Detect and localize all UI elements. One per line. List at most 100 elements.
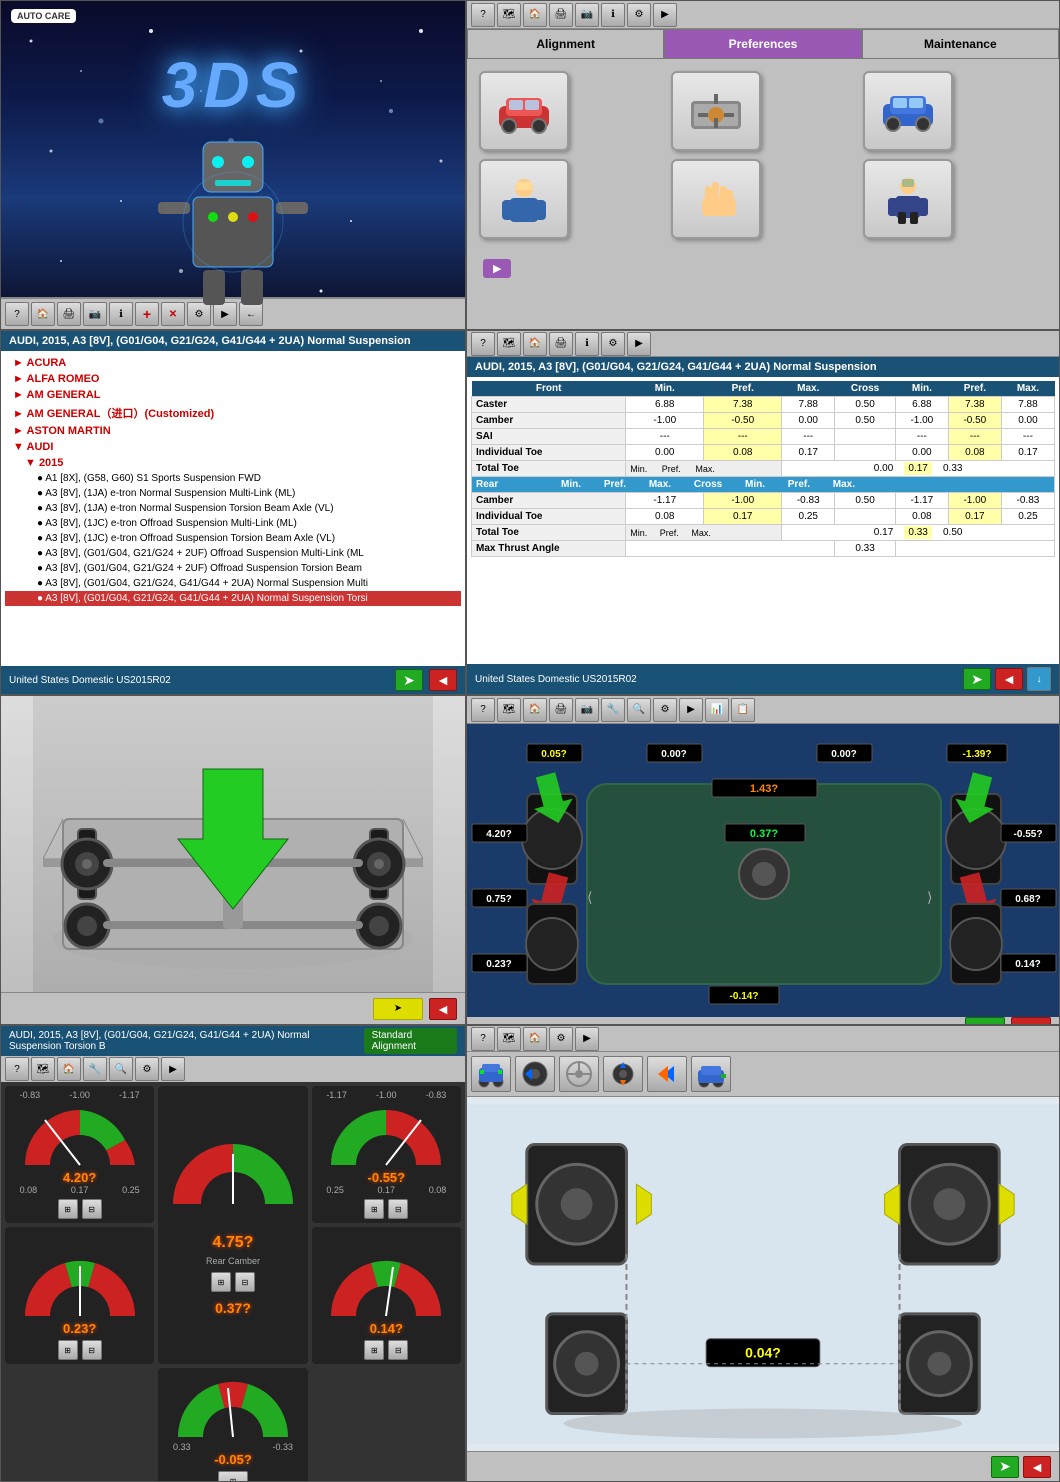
gauge-wrench[interactable]: 🔧 (83, 1057, 107, 1081)
la-extra2[interactable]: 📋 (731, 698, 755, 722)
a3-1jc-vl-item[interactable]: ● A3 [8V], (1JC) e-tron Offroad Suspensi… (5, 531, 461, 546)
gauge-map[interactable]: 🗺 (31, 1057, 55, 1081)
camera-button[interactable]: 📷 (83, 302, 107, 326)
la-back-button[interactable]: ◄ (1011, 1017, 1051, 1025)
help-button[interactable]: ? (5, 302, 29, 326)
am-general-import-item[interactable]: ► AM GENERAL（进口）(Customized) (5, 403, 461, 423)
la-print[interactable]: 🖨 (549, 698, 573, 722)
la-help[interactable]: ? (471, 698, 495, 722)
a1-item[interactable]: ● A1 [8X], (G58, G60) S1 Sports Suspensi… (5, 471, 461, 486)
am-general-item[interactable]: ► AM GENERAL (5, 387, 461, 403)
gauge-gear[interactable]: ⚙ (135, 1057, 159, 1081)
gauge-c-icon1[interactable]: ⊞ (211, 1272, 231, 1292)
gauge-fl-icon1[interactable]: ⊞ (58, 1199, 78, 1219)
gauge-fr-icon2[interactable]: ⊟ (388, 1199, 408, 1219)
la-next-button[interactable]: ➤ (965, 1017, 1005, 1025)
a3-g04-torsion-item[interactable]: ● A3 [8V], (G01/G04, G21/G24 + 2UF) Offr… (5, 561, 461, 576)
prefs-help[interactable]: ? (471, 3, 495, 27)
specs-print[interactable]: 🖨 (549, 332, 573, 356)
audi-2015-item[interactable]: ▼ 2015 (5, 455, 461, 471)
prefs-icon-settings[interactable] (671, 71, 761, 151)
gauge-thrust-icon[interactable]: ⊞ (218, 1471, 248, 1482)
la-wrench[interactable]: 🔧 (601, 698, 625, 722)
gauge-zoom[interactable]: 🔍 (109, 1057, 133, 1081)
a3-1ja-vl-item[interactable]: ● A3 [8V], (1JA) e-tron Normal Suspensio… (5, 501, 461, 516)
prefs-nav-button[interactable]: ▶ (483, 259, 511, 278)
av-back-button[interactable]: ◄ (429, 998, 457, 1020)
la-fwd[interactable]: ▶ (679, 698, 703, 722)
audi-item[interactable]: ▼ AUDI (5, 439, 461, 455)
prefs-fwd[interactable]: ▶ (653, 3, 677, 27)
wv-icon-wheel-arrows[interactable] (603, 1056, 643, 1092)
a3-g44-ml-item[interactable]: ● A3 [8V], (G01/G04, G21/G24, G41/G44 + … (5, 576, 461, 591)
gauge-c-icon2[interactable]: ⊟ (235, 1272, 255, 1292)
gauge-rl-icon2[interactable]: ⊟ (82, 1340, 102, 1360)
prefs-gear[interactable]: ⚙ (627, 3, 651, 27)
la-extra1[interactable]: 📊 (705, 698, 729, 722)
prefs-map[interactable]: 🗺 (497, 3, 521, 27)
gauge-home[interactable]: 🏠 (57, 1057, 81, 1081)
gauge-fr-icon1[interactable]: ⊞ (364, 1199, 384, 1219)
gauge-rl-icon1[interactable]: ⊞ (58, 1340, 78, 1360)
wv-home[interactable]: 🏠 (523, 1027, 547, 1051)
wv-icon-car-front[interactable] (471, 1056, 511, 1092)
specs-help[interactable]: ? (471, 332, 495, 356)
wv-back-button[interactable]: ◄ (1023, 1456, 1051, 1478)
av-yellow-nav[interactable]: ➤ (373, 998, 423, 1020)
wv-icon-arrows-left[interactable] (647, 1056, 687, 1092)
gauge-rr-icon1[interactable]: ⊞ (364, 1340, 384, 1360)
tab-preferences[interactable]: Preferences (664, 29, 861, 59)
print-button[interactable]: 🖨 (57, 302, 81, 326)
a3-g04-ml-item[interactable]: ● A3 [8V], (G01/G04, G21/G24 + 2UF) Offr… (5, 546, 461, 561)
specs-map[interactable]: 🗺 (497, 332, 521, 356)
specs-fwd[interactable]: ▶ (627, 332, 651, 356)
wv-next-button[interactable]: ➤ (991, 1456, 1019, 1478)
prefs-icon-worker[interactable] (479, 159, 569, 239)
vehicle-tree[interactable]: ► ACURA ► ALFA ROMEO ► AM GENERAL ► AM G… (1, 351, 465, 666)
gauge-fwd[interactable]: ▶ (161, 1057, 185, 1081)
la-cam[interactable]: 📷 (575, 698, 599, 722)
prefs-info[interactable]: ℹ (601, 3, 625, 27)
camber-pref1: -0.50 (704, 413, 782, 429)
alfa-romeo-item[interactable]: ► ALFA ROMEO (5, 371, 461, 387)
wv-fwd[interactable]: ▶ (575, 1027, 599, 1051)
specs-home[interactable]: 🏠 (523, 332, 547, 356)
home-button[interactable]: 🏠 (31, 302, 55, 326)
specs-info[interactable]: ℹ (575, 332, 599, 356)
la-home[interactable]: 🏠 (523, 698, 547, 722)
prefs-icon-car[interactable] (479, 71, 569, 151)
aston-martin-item[interactable]: ► ASTON MARTIN (5, 423, 461, 439)
gauge-help[interactable]: ? (5, 1057, 29, 1081)
la-gear[interactable]: ⚙ (653, 698, 677, 722)
gauge-rr-icon2[interactable]: ⊟ (388, 1340, 408, 1360)
wv-help[interactable]: ? (471, 1027, 495, 1051)
wv-icon-steering[interactable] (559, 1056, 599, 1092)
tab-maintenance[interactable]: Maintenance (862, 29, 1059, 59)
prefs-icon-man[interactable] (863, 159, 953, 239)
acura-item[interactable]: ► ACURA (5, 355, 461, 371)
specs-back-button[interactable]: ◄ (995, 668, 1023, 690)
gauge-fl-icon2[interactable]: ⊟ (82, 1199, 102, 1219)
wv-icon-wheel-left[interactable] (515, 1056, 555, 1092)
specs-next-button[interactable]: ➤ (963, 668, 991, 690)
wv-gear1[interactable]: ⚙ (549, 1027, 573, 1051)
a3-1ja-ml-item[interactable]: ● A3 [8V], (1JA) e-tron Normal Suspensio… (5, 486, 461, 501)
prefs-home[interactable]: 🏠 (523, 3, 547, 27)
la-map[interactable]: 🗺 (497, 698, 521, 722)
vl-next-button[interactable]: ➤ (395, 669, 423, 691)
tab-alignment[interactable]: Alignment (467, 29, 664, 59)
specs-gear[interactable]: ⚙ (601, 332, 625, 356)
wv-map[interactable]: 🗺 (497, 1027, 521, 1051)
prefs-cam[interactable]: 📷 (575, 3, 599, 27)
prefs-icon-car2[interactable] (863, 71, 953, 151)
specs-download[interactable]: ↓ (1027, 667, 1051, 691)
sai-min2: --- (895, 429, 948, 445)
info-button[interactable]: ℹ (109, 302, 133, 326)
a3-g44-selected-item[interactable]: ● A3 [8V], (G01/G04, G21/G24, G41/G44 + … (5, 591, 461, 606)
prefs-icon-hand[interactable] (671, 159, 761, 239)
vl-back-button[interactable]: ◄ (429, 669, 457, 691)
la-zoom[interactable]: 🔍 (627, 698, 651, 722)
prefs-print[interactable]: 🖨 (549, 3, 573, 27)
a3-1jc-ml-item[interactable]: ● A3 [8V], (1JC) e-tron Offroad Suspensi… (5, 516, 461, 531)
wv-icon-car-side[interactable] (691, 1056, 731, 1092)
